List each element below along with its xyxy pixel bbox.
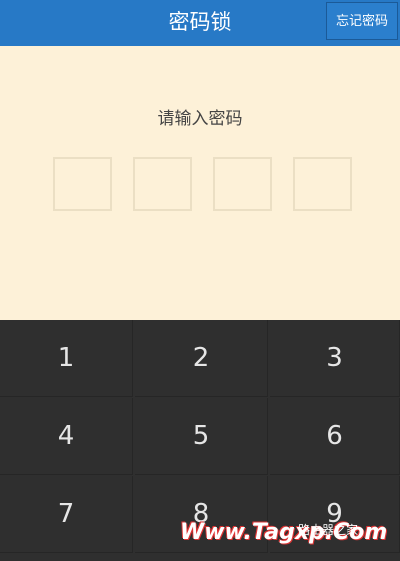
key-6[interactable]: 6 <box>270 398 400 475</box>
pin-slot-4 <box>293 157 352 211</box>
key-1[interactable]: 1 <box>0 320 133 397</box>
watermark-site: 路由器之家 <box>298 523 359 537</box>
forgot-password-button[interactable]: 忘记密码 <box>326 2 398 40</box>
pin-slot-3 <box>213 157 272 211</box>
key-5[interactable]: 5 <box>135 398 268 475</box>
app-header: 密码锁 忘记密码 <box>0 0 400 46</box>
key-7[interactable]: 7 <box>0 476 133 553</box>
key-4[interactable]: 4 <box>0 398 133 475</box>
lock-area: 请输入密码 <box>0 46 400 320</box>
password-prompt: 请输入密码 <box>157 109 243 129</box>
key-3[interactable]: 3 <box>270 320 400 397</box>
key-2[interactable]: 2 <box>135 320 268 397</box>
pin-slot-2 <box>133 157 192 211</box>
pin-slot-1 <box>53 157 112 211</box>
